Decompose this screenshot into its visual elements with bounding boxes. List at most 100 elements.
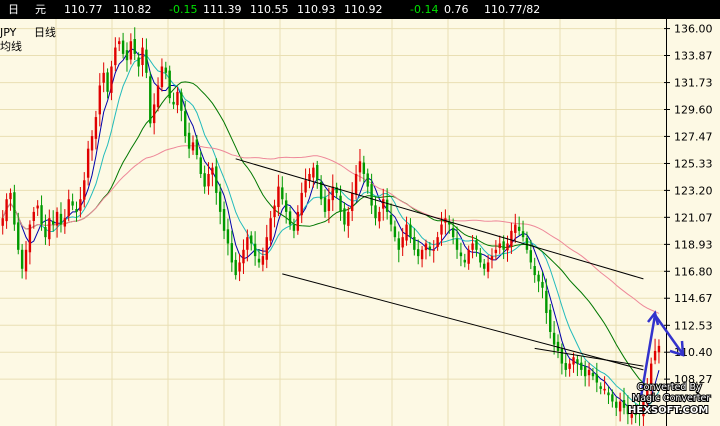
chart-window: 日 元 110.77 110.82 -0.15 111.39 110.55 11… <box>0 0 720 426</box>
candle <box>86 140 90 186</box>
candle <box>265 224 268 269</box>
currency-label: 元 <box>35 3 46 16</box>
candle <box>653 338 657 365</box>
candle <box>479 247 482 268</box>
open-value: 110.77 <box>64 3 103 16</box>
candle <box>195 134 199 160</box>
candle <box>432 240 435 263</box>
candle <box>549 303 552 339</box>
candle <box>94 110 98 150</box>
candle <box>393 220 397 242</box>
candle <box>607 386 610 404</box>
candle <box>463 253 466 268</box>
candle <box>599 382 602 395</box>
candle <box>32 207 35 229</box>
y-tick-label: 121.07 <box>674 211 713 224</box>
candle <box>59 202 63 233</box>
quote-value-3: 110.93 <box>297 3 336 16</box>
candle <box>471 234 474 259</box>
indicator-label: 均线 <box>0 39 22 53</box>
candle <box>118 37 121 52</box>
candle <box>483 258 486 276</box>
candle <box>424 239 428 260</box>
candle <box>580 356 583 376</box>
candle <box>316 160 319 189</box>
candle <box>510 222 513 254</box>
candle <box>514 213 517 243</box>
candle <box>253 231 257 266</box>
candle <box>51 210 55 232</box>
candle <box>595 362 599 393</box>
candle <box>218 183 222 225</box>
candle <box>160 58 164 92</box>
candle <box>397 231 400 263</box>
percent-value: 0.76 <box>444 3 469 16</box>
candlesticks <box>1 27 661 426</box>
moving-average-ma-medium <box>2 54 660 408</box>
change-value-2: -0.14 <box>410 3 439 16</box>
price-chart: 136.00 133.87 131.73 129.60 127.47 125.33 123.… <box>0 19 713 426</box>
candle <box>556 334 560 359</box>
high-value: 110.82 <box>113 3 152 16</box>
candle <box>164 61 168 80</box>
candle <box>199 150 202 179</box>
y-tick-label: 127.47 <box>674 130 713 143</box>
candle <box>417 239 420 265</box>
candle <box>13 184 16 231</box>
candle <box>98 73 101 127</box>
candle <box>211 162 214 187</box>
quote-value-1: 111.39 <box>203 3 242 16</box>
candle <box>28 220 32 265</box>
y-tick-label: 136.00 <box>674 23 713 36</box>
candle <box>172 92 175 109</box>
candle <box>572 352 575 373</box>
candle <box>9 188 12 211</box>
candle <box>273 199 276 228</box>
y-tick-label: 123.20 <box>674 184 713 197</box>
candle <box>191 135 195 155</box>
candle <box>102 62 105 93</box>
candle <box>420 246 424 268</box>
candle <box>490 248 494 269</box>
watermark-line-3: HEXSOFT.COM <box>628 405 708 416</box>
candle <box>187 122 191 159</box>
candle <box>75 201 78 222</box>
candle <box>436 231 439 251</box>
candle <box>48 209 51 246</box>
y-tick-label: 116.80 <box>674 265 713 278</box>
candle <box>657 339 661 364</box>
candle <box>409 218 412 244</box>
candle <box>238 253 241 282</box>
candle <box>517 216 521 236</box>
candle <box>36 200 39 216</box>
y-tick-label: 118.93 <box>674 238 713 251</box>
bid-ask-value: 110.77/82 <box>484 3 541 16</box>
candle <box>215 158 218 205</box>
moving-average-lines <box>2 48 660 414</box>
y-tick-label: 125.33 <box>674 157 713 170</box>
candle <box>234 252 237 280</box>
candle <box>494 240 498 261</box>
period-label: 日 <box>8 3 19 16</box>
quote-bar: 日 元 110.77 110.82 -0.15 111.39 110.55 11… <box>0 0 720 19</box>
y-tick-label: 129.60 <box>674 103 713 116</box>
candle <box>498 235 501 255</box>
candle <box>331 174 334 212</box>
candle <box>343 202 346 232</box>
candle <box>121 32 125 59</box>
candle <box>413 228 416 256</box>
candle <box>378 206 381 229</box>
change-value: -0.15 <box>169 3 198 16</box>
moving-average-ma-longer <box>2 145 660 314</box>
timeframe-label: 日线 <box>34 25 56 39</box>
candle <box>587 362 591 387</box>
quote-value-2: 110.55 <box>250 3 289 16</box>
candle <box>5 193 8 229</box>
symbol-label: JPY <box>0 26 17 39</box>
candle <box>180 88 183 122</box>
candle <box>537 270 540 293</box>
candle <box>308 168 311 189</box>
candle <box>152 93 156 135</box>
y-tick-label: 131.73 <box>674 77 713 90</box>
candle <box>269 210 272 247</box>
